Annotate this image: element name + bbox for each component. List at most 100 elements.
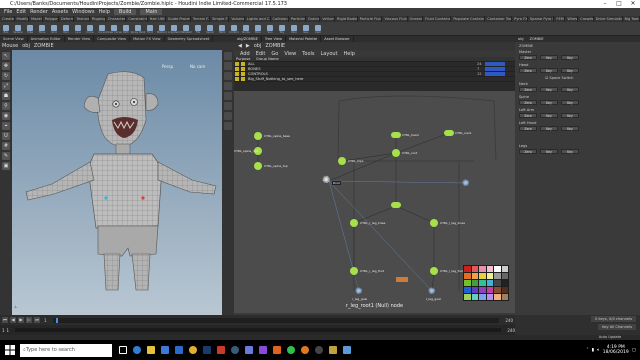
group-color-swatch[interactable] (485, 62, 505, 66)
zero-button[interactable]: Zero (519, 113, 537, 118)
net-menu-add[interactable]: Add (240, 51, 250, 57)
color-swatch[interactable] (486, 273, 493, 279)
menu-help[interactable]: Help (98, 9, 109, 15)
null-node[interactable] (430, 219, 438, 227)
null-node[interactable] (350, 267, 358, 275)
network-path-root[interactable]: obj (254, 43, 262, 49)
grid-tool-icon[interactable]: # (2, 142, 10, 150)
color-swatch[interactable] (479, 273, 486, 279)
mudbox-icon[interactable] (340, 340, 354, 360)
shelf-tool-button[interactable]: File (192, 22, 204, 36)
menu-edit[interactable]: Edit (16, 9, 26, 15)
color-swatch[interactable] (464, 287, 471, 293)
color-swatch[interactable] (494, 287, 501, 293)
step-back-icon[interactable]: ◀ (10, 317, 16, 323)
menu-file[interactable]: File (4, 9, 12, 15)
key-button[interactable]: Key (561, 126, 579, 131)
normals-icon[interactable] (224, 102, 232, 110)
visibility-icon[interactable] (235, 62, 239, 66)
shelf-tool-button[interactable]: Spiral (204, 22, 216, 36)
store-icon[interactable] (158, 340, 172, 360)
notification-icon[interactable]: ▢ (632, 348, 636, 353)
color-swatch[interactable] (471, 273, 478, 279)
shelf-tool-button[interactable]: Circle (84, 22, 96, 36)
key-button[interactable]: Key (540, 55, 558, 60)
key-button[interactable]: Key (561, 87, 579, 92)
color-swatch[interactable] (471, 280, 478, 286)
wireframe-icon[interactable] (224, 82, 232, 90)
network-editor[interactable]: CTRL_spine_base CTRL_spine_mid CTRL_spin… (234, 91, 515, 313)
task-view-icon[interactable] (116, 340, 130, 360)
step-forward-icon[interactable]: ▷ (26, 317, 32, 323)
key-button[interactable]: Key (540, 126, 558, 131)
substance-icon[interactable] (214, 340, 228, 360)
menu-render[interactable]: Render (30, 9, 48, 15)
viewport-path-node[interactable]: ZOMBIE (34, 43, 54, 49)
blender-icon[interactable] (298, 340, 312, 360)
key-button[interactable]: Key (561, 55, 579, 60)
shelf-tool-button[interactable]: Platonic (156, 22, 168, 36)
zero-button[interactable]: Zero (519, 126, 537, 131)
back-arrow-icon[interactable]: ◀ (238, 43, 242, 49)
shelf-tool-button[interactable]: Sky (276, 22, 288, 36)
start-frame-field[interactable]: 1 (2, 328, 5, 333)
start-button[interactable] (0, 340, 20, 360)
color-swatch[interactable] (494, 266, 501, 272)
points-icon[interactable] (224, 92, 232, 100)
null-node[interactable] (254, 132, 262, 140)
rotate-tool-icon[interactable]: ↻ (2, 72, 10, 80)
zero-button[interactable]: Zero (519, 149, 537, 154)
color-swatch[interactable] (471, 266, 478, 272)
color-swatch[interactable] (471, 287, 478, 293)
color-swatch[interactable] (486, 294, 493, 300)
range-start-field[interactable]: 1 (7, 328, 10, 333)
color-palette[interactable] (463, 265, 509, 301)
color-swatch[interactable] (464, 273, 471, 279)
steam-icon[interactable] (228, 340, 242, 360)
jump-end-icon[interactable]: ⏭ (34, 317, 40, 323)
network-icon[interactable]: ▮ (592, 348, 594, 353)
taskbar-search-input[interactable]: ⌕ Type here to search (20, 343, 112, 357)
current-frame-field[interactable]: 1 (42, 318, 49, 323)
key-button[interactable]: Key (540, 68, 558, 73)
null-node[interactable] (350, 219, 358, 227)
spotify-icon[interactable] (284, 340, 298, 360)
net-menu-edit[interactable]: Edit (256, 51, 266, 57)
visibility-icon[interactable] (235, 67, 239, 71)
color-swatch[interactable] (486, 266, 493, 272)
null-node[interactable] (392, 149, 400, 157)
scene-viewport[interactable]: Persp No cam ⊥ (12, 50, 222, 315)
visual-studio-icon[interactable] (256, 340, 270, 360)
snap-tool-icon[interactable]: ⌖ (2, 122, 10, 130)
color-swatch[interactable] (479, 287, 486, 293)
shelf-tool-button[interactable]: Sphere (12, 22, 24, 36)
color-swatch[interactable] (479, 280, 486, 286)
desktop-main-selector[interactable]: Main (140, 9, 163, 15)
minimize-button[interactable]: – (598, 0, 612, 8)
desktop-build-selector[interactable]: Build (113, 9, 137, 15)
color-swatch[interactable] (479, 294, 486, 300)
group-color-swatch[interactable] (485, 72, 505, 76)
key-button[interactable]: Key (561, 68, 579, 73)
chevron-up-icon[interactable]: ˄ (586, 348, 588, 353)
group-color-swatch[interactable] (485, 67, 505, 71)
color-swatch[interactable] (464, 280, 471, 286)
color-swatch[interactable] (464, 294, 471, 300)
color-swatch[interactable] (501, 294, 508, 300)
key-button[interactable]: Key (561, 100, 579, 105)
shelf-tool-button[interactable]: Sun (264, 22, 276, 36)
color-swatch[interactable] (486, 280, 493, 286)
brush-tool-icon[interactable]: ✎ (2, 152, 10, 160)
net-menu-view[interactable]: View (284, 51, 296, 57)
pose-tool-icon[interactable]: ☗ (2, 92, 10, 100)
display-option-icon[interactable] (224, 52, 232, 60)
color-swatch[interactable] (471, 294, 478, 300)
shelf-tool-button[interactable]: Null (60, 22, 72, 36)
null-node[interactable] (444, 130, 454, 136)
zero-button[interactable]: Zero (519, 87, 537, 92)
visibility-icon[interactable] (235, 72, 239, 76)
end-frame-field[interactable]: 240 (503, 318, 515, 323)
close-button[interactable]: ✕ (626, 0, 640, 8)
select-icon[interactable] (241, 77, 245, 81)
range-slider[interactable] (15, 328, 502, 332)
